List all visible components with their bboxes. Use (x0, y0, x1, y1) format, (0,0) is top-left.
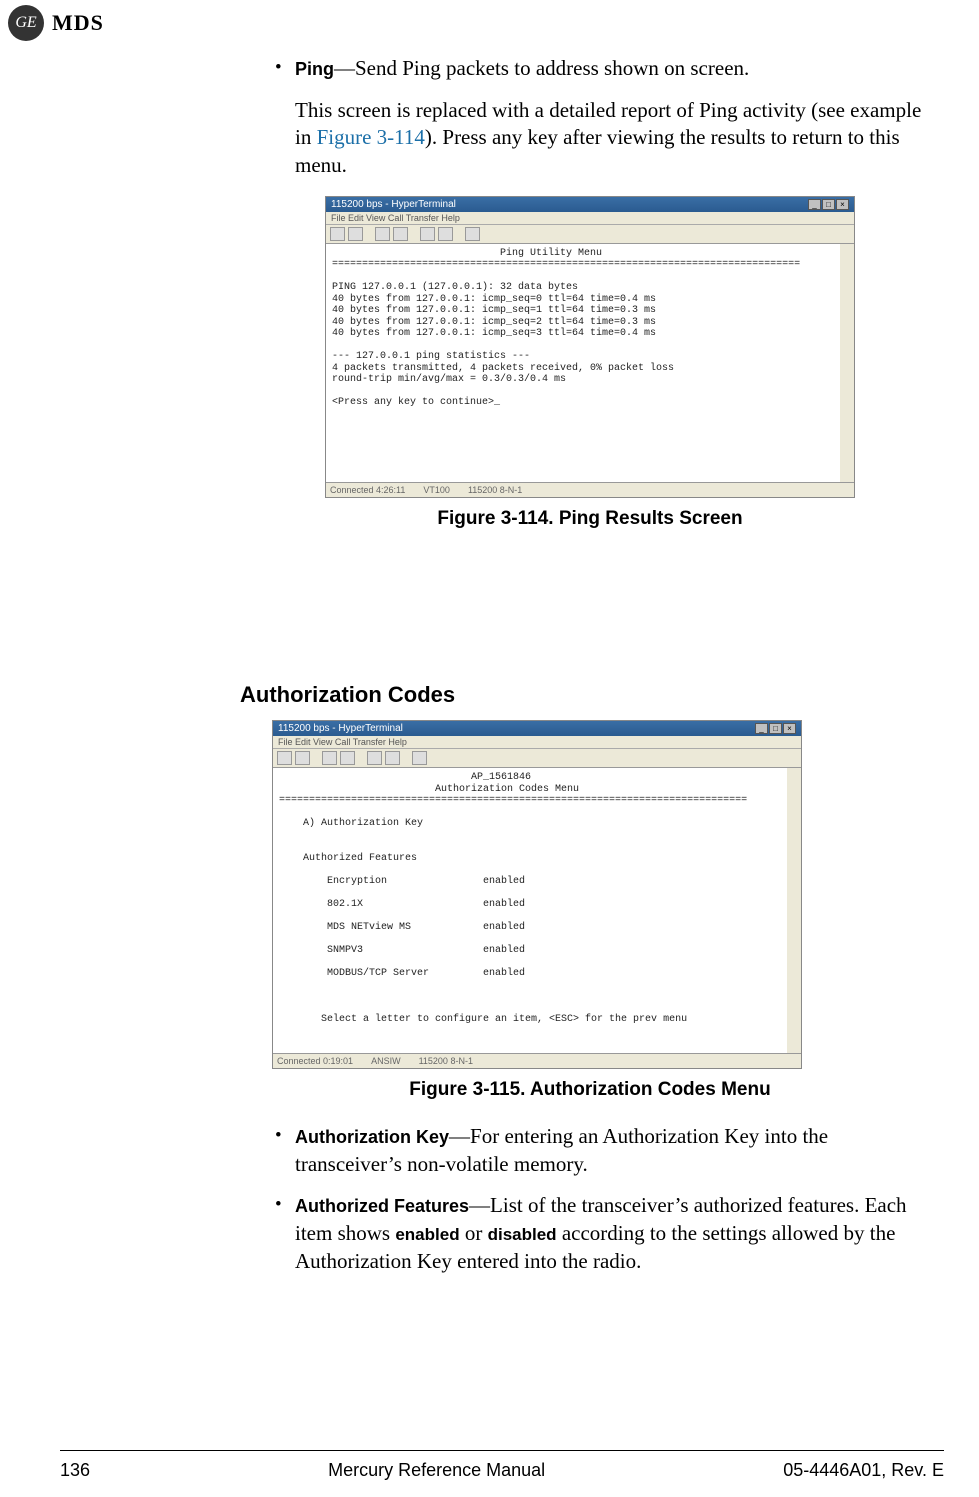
section-heading-authorization-codes: Authorization Codes (240, 682, 455, 708)
tool-icon[interactable] (420, 227, 435, 241)
window-buttons: _ □ × (808, 199, 849, 210)
maximize-icon[interactable]: □ (822, 199, 835, 210)
tool-icon[interactable] (277, 751, 292, 765)
bullet-auth-features-label: Authorized Features (295, 1196, 469, 1216)
terminal-body: AP_1561846 Authorization Codes Menu ====… (273, 768, 801, 1053)
tool-icon[interactable] (465, 227, 480, 241)
figure-114-caption: Figure 3-114. Ping Results Screen (240, 508, 940, 530)
disabled-text: disabled (488, 1225, 557, 1244)
tool-icon[interactable] (438, 227, 453, 241)
window-titlebar: 115200 bps - HyperTerminal _ □ × (273, 721, 801, 736)
ping-body-para: This screen is replaced with a detailed … (295, 97, 930, 180)
figure-115-window: 115200 bps - HyperTerminal _ □ × File Ed… (272, 720, 802, 1069)
mds-logo-text: MDS (52, 10, 104, 36)
window-toolbar (326, 225, 854, 244)
figure-link[interactable]: Figure 3-114 (317, 125, 425, 149)
window-menubar: File Edit View Call Transfer Help (326, 212, 854, 225)
page-footer: 136 Mercury Reference Manual 05-4446A01,… (60, 1460, 944, 1481)
tool-icon[interactable] (393, 227, 408, 241)
status-connected: Connected 4:26:11 (330, 485, 405, 495)
status-port: 115200 8-N-1 (419, 1056, 473, 1066)
window-titlebar: 115200 bps - HyperTerminal _ □ × (326, 197, 854, 212)
status-connected: Connected 0:19:01 (277, 1056, 353, 1066)
bullet-ping-desc: —Send Ping packets to address shown on s… (334, 56, 749, 80)
tool-icon[interactable] (375, 227, 390, 241)
or-text: or (460, 1221, 488, 1245)
window-title: 115200 bps - HyperTerminal (331, 199, 456, 210)
tool-icon[interactable] (322, 751, 337, 765)
terminal-body: Ping Utility Menu ======================… (326, 244, 854, 482)
bullet-ping: Ping—Send Ping packets to address shown … (295, 55, 930, 83)
window-menubar: File Edit View Call Transfer Help (273, 736, 801, 749)
tool-icon[interactable] (330, 227, 345, 241)
window-buttons: _ □ × (755, 723, 796, 734)
tool-icon[interactable] (340, 751, 355, 765)
tool-icon[interactable] (295, 751, 310, 765)
tool-icon[interactable] (367, 751, 382, 765)
ge-monogram-icon: GE (8, 5, 44, 41)
status-emu: VT100 (423, 485, 450, 495)
figure-114-window: 115200 bps - HyperTerminal _ □ × File Ed… (325, 196, 855, 498)
footer-right: 05-4446A01, Rev. E (783, 1460, 944, 1481)
minimize-icon[interactable]: _ (808, 199, 821, 210)
window-statusbar: Connected 0:19:01 ANSIW 115200 8-N-1 (273, 1053, 801, 1068)
page-number: 136 (60, 1460, 90, 1481)
close-icon[interactable]: × (836, 199, 849, 210)
enabled-text: enabled (395, 1225, 459, 1244)
tool-icon[interactable] (412, 751, 427, 765)
close-icon[interactable]: × (783, 723, 796, 734)
tool-icon[interactable] (385, 751, 400, 765)
brand-logo: GE MDS (8, 5, 104, 41)
window-statusbar: Connected 4:26:11 VT100 115200 8-N-1 (326, 482, 854, 497)
bullet-auth-features: Authorized Features—List of the transcei… (295, 1192, 930, 1275)
footer-center: Mercury Reference Manual (328, 1460, 545, 1481)
minimize-icon[interactable]: _ (755, 723, 768, 734)
footer-rule (60, 1450, 944, 1451)
bullet-auth-key-label: Authorization Key (295, 1127, 449, 1147)
window-title: 115200 bps - HyperTerminal (278, 723, 403, 734)
bullet-auth-key: Authorization Key—For entering an Author… (295, 1123, 930, 1178)
status-emu: ANSIW (371, 1056, 401, 1066)
tool-icon[interactable] (348, 227, 363, 241)
status-port: 115200 8-N-1 (468, 485, 522, 495)
bullet-ping-label: Ping (295, 59, 334, 79)
window-toolbar (273, 749, 801, 768)
maximize-icon[interactable]: □ (769, 723, 782, 734)
figure-115-caption: Figure 3-115. Authorization Codes Menu (240, 1079, 940, 1101)
